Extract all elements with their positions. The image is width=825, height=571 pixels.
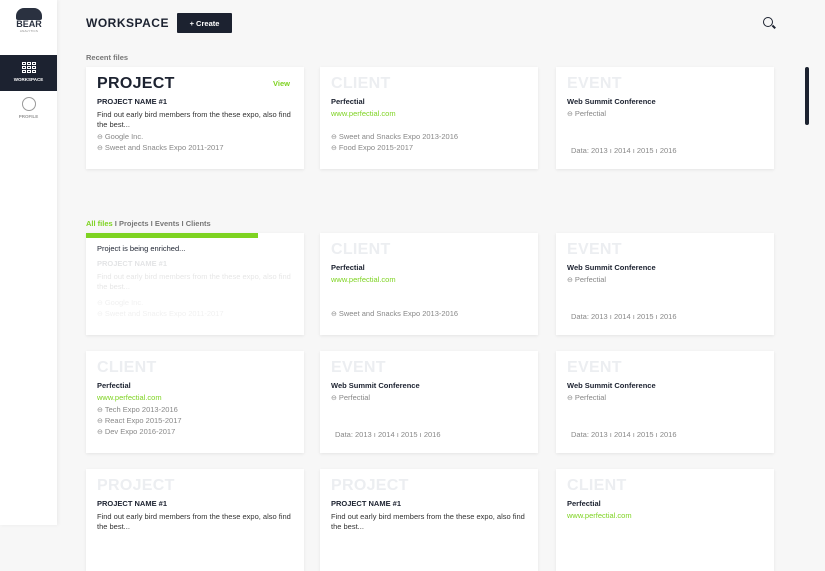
- logo-subtitle: ANALYTICS: [19, 29, 39, 33]
- card-description: Find out early bird members from the the…: [97, 512, 291, 531]
- card-links: Perfectial: [567, 109, 763, 120]
- link-item[interactable]: Food Expo 2015-2017: [331, 143, 458, 154]
- logo[interactable]: BEAR ANALYTICS: [13, 8, 45, 33]
- client-card[interactable]: CLIENT Perfectial www.perfectial.com Sweet …: [320, 233, 538, 335]
- card-data-years: Data: 2013 ı 2014 ı 2015 ı 2016: [335, 430, 441, 439]
- link-item[interactable]: Perfectial: [567, 109, 763, 120]
- card-url[interactable]: www.perfectial.com: [331, 109, 527, 118]
- link-item[interactable]: Sweet and Snacks Expo 2013-2016: [331, 309, 458, 320]
- card-links: Sweet and Snacks Expo 2013-2016Food Expo…: [331, 132, 458, 154]
- sidebar-item-workspace[interactable]: WORKSPACE: [0, 55, 57, 91]
- file-filters: All files I Projects I Events I Clients: [86, 219, 211, 228]
- link-item[interactable]: React Expo 2015-2017: [97, 416, 182, 427]
- card-title: PROJECT NAME #1: [97, 97, 168, 106]
- card-title: PROJECT NAME #1: [97, 499, 168, 508]
- create-button[interactable]: + Create: [177, 13, 232, 33]
- card-type: PROJECT: [331, 477, 409, 494]
- enrichment-status: Project is being enriched...: [97, 244, 186, 253]
- link-item[interactable]: Perfectial: [567, 393, 763, 404]
- card-description: Find out early bird members from the the…: [331, 512, 525, 531]
- link-item[interactable]: Tech Expo 2013-2016: [97, 405, 182, 416]
- card-type: CLIENT: [97, 359, 157, 376]
- project-card[interactable]: PROJECT View PROJECT NAME #1 Find out early…: [86, 67, 304, 169]
- card-title: Perfectial: [331, 263, 365, 272]
- card-type: CLIENT: [331, 75, 391, 92]
- card-url[interactable]: www.perfectial.com: [97, 393, 293, 402]
- client-card[interactable]: CLIENT Perfectial www.perfectial.com Tech E…: [86, 351, 304, 453]
- link-item[interactable]: Perfectial: [567, 275, 763, 286]
- sidebar-item-label: PROFILE: [18, 114, 39, 119]
- card-title: Web Summit Conference: [567, 381, 656, 390]
- event-card[interactable]: EVENT Web Summit Conference Perfectial Data…: [556, 351, 774, 453]
- card-type: EVENT: [567, 75, 622, 92]
- sidebar: BEAR ANALYTICS WORKSPACE PROFILE: [0, 0, 57, 525]
- card-url[interactable]: www.perfectial.com: [567, 511, 763, 520]
- card-description: Find out early bird members from the the…: [97, 110, 291, 129]
- event-card[interactable]: EVENT Web Summit Conference Perfectial Data…: [556, 233, 774, 335]
- enrichment-progress-bar: [86, 233, 259, 238]
- card-title: Web Summit Conference: [567, 263, 656, 272]
- card-title: PROJECT NAME #1: [97, 259, 168, 268]
- card-data-years: Data: 2013 ı 2014 ı 2015 ı 2016: [571, 430, 677, 439]
- card-links: Google Inc.Sweet and Snacks Expo 2011-20…: [97, 132, 224, 154]
- card-title: Perfectial: [567, 499, 601, 508]
- search-icon[interactable]: [763, 17, 773, 27]
- project-card[interactable]: Project is being enriched... PROJECT NAME…: [86, 233, 304, 335]
- event-card[interactable]: EVENT Web Summit Conference Perfectial Data…: [556, 67, 774, 169]
- card-links: Perfectial: [567, 275, 763, 286]
- card-type: EVENT: [331, 359, 386, 376]
- card-title: Perfectial: [97, 381, 131, 390]
- sidebar-item-profile[interactable]: PROFILE: [0, 93, 57, 129]
- card-links: Sweet and Snacks Expo 2013-2016: [331, 309, 458, 320]
- card-title: Web Summit Conference: [567, 97, 656, 106]
- client-card[interactable]: CLIENT Perfectial www.perfectial.com Sweet …: [320, 67, 538, 169]
- link-item[interactable]: Sweet and Snacks Expo 2011-2017: [97, 309, 293, 320]
- card-title: Perfectial: [331, 97, 365, 106]
- profile-icon: [21, 97, 36, 111]
- link-item[interactable]: Google Inc.: [97, 298, 293, 309]
- sidebar-item-label: WORKSPACE: [13, 77, 44, 82]
- card-links: Perfectial: [331, 393, 527, 404]
- card-links: Tech Expo 2013-2016React Expo 2015-2017D…: [97, 405, 182, 438]
- card-type: PROJECT: [97, 477, 175, 494]
- enriching-content: PROJECT NAME #1 Find out early bird membe…: [97, 259, 293, 320]
- card-url[interactable]: www.perfectial.com: [331, 275, 527, 284]
- filter-tab-projects[interactable]: Projects: [119, 219, 149, 228]
- link-item[interactable]: Sweet and Snacks Expo 2013-2016: [331, 132, 458, 143]
- card-title: Web Summit Conference: [331, 381, 420, 390]
- page-title: WORKSPACE: [86, 16, 169, 30]
- card-type: EVENT: [567, 359, 622, 376]
- card-data-years: Data: 2013 ı 2014 ı 2015 ı 2016: [571, 146, 677, 155]
- grid-icon: [21, 62, 36, 73]
- card-description: Find out early bird members from the the…: [97, 272, 291, 291]
- card-type: CLIENT: [567, 477, 627, 494]
- card-links: Google Inc.Sweet and Snacks Expo 2011-20…: [97, 298, 293, 320]
- project-card[interactable]: PROJECT PROJECT NAME #1 Find out early bir…: [86, 469, 304, 571]
- card-title: PROJECT NAME #1: [331, 499, 402, 508]
- card-type: CLIENT: [331, 241, 391, 258]
- link-item[interactable]: Dev Expo 2016-2017: [97, 427, 182, 438]
- link-item[interactable]: Google Inc.: [97, 132, 224, 143]
- event-card[interactable]: EVENT Web Summit Conference Perfectial Data…: [320, 351, 538, 453]
- filter-tab-clients[interactable]: Clients: [186, 219, 211, 228]
- project-card[interactable]: PROJECT PROJECT NAME #1 Find out early bir…: [320, 469, 538, 571]
- link-item[interactable]: Sweet and Snacks Expo 2011-2017: [97, 143, 224, 154]
- recent-files-label: Recent files: [86, 53, 129, 62]
- filter-tab-all-files[interactable]: All files: [86, 219, 113, 228]
- card-data-years: Data: 2013 ı 2014 ı 2015 ı 2016: [571, 312, 677, 321]
- view-link[interactable]: View: [273, 79, 290, 88]
- card-type: EVENT: [567, 241, 622, 258]
- card-type: PROJECT: [97, 75, 175, 92]
- logo-title: BEAR: [16, 19, 42, 29]
- card-links: Perfectial: [567, 393, 763, 404]
- link-item[interactable]: Perfectial: [331, 393, 527, 404]
- scrollbar[interactable]: [805, 67, 809, 125]
- client-card[interactable]: CLIENT Perfectial www.perfectial.com: [556, 469, 774, 571]
- filter-tab-events[interactable]: Events: [155, 219, 180, 228]
